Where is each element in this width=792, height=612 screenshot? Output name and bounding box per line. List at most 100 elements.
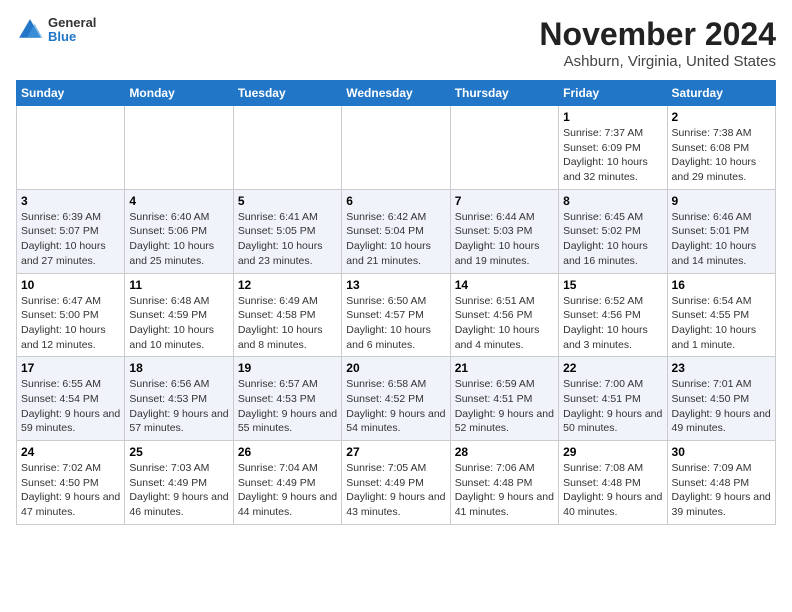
logo: General Blue	[16, 16, 96, 45]
calendar-day-cell: 13 Sunrise: 6:50 AM Sunset: 4:57 PM Dayli…	[342, 273, 450, 357]
calendar-day-cell: 2 Sunrise: 7:38 AM Sunset: 6:08 PM Daylig…	[667, 106, 775, 190]
calendar-col-header: Wednesday	[342, 81, 450, 106]
calendar-col-header: Thursday	[450, 81, 558, 106]
day-number: 10	[21, 278, 120, 292]
calendar-day-cell: 8 Sunrise: 6:45 AM Sunset: 5:02 PM Daylig…	[559, 189, 667, 273]
day-number: 14	[455, 278, 554, 292]
calendar-day-cell: 29 Sunrise: 7:08 AM Sunset: 4:48 PM Dayli…	[559, 441, 667, 525]
calendar-day-cell: 15 Sunrise: 6:52 AM Sunset: 4:56 PM Dayli…	[559, 273, 667, 357]
day-number: 28	[455, 445, 554, 459]
calendar-week-row: 1 Sunrise: 7:37 AM Sunset: 6:09 PM Daylig…	[17, 106, 776, 190]
day-info: Sunrise: 6:59 AM Sunset: 4:51 PM Dayligh…	[455, 377, 554, 436]
day-info: Sunrise: 6:58 AM Sunset: 4:52 PM Dayligh…	[346, 377, 445, 436]
page-title: November 2024	[539, 16, 776, 53]
day-info: Sunrise: 7:38 AM Sunset: 6:08 PM Dayligh…	[672, 126, 771, 185]
calendar-day-cell	[233, 106, 341, 190]
day-number: 30	[672, 445, 771, 459]
calendar-day-cell: 23Sunrise: 7:01 AM Sunset: 4:50 PM Dayli…	[667, 357, 775, 441]
logo-icon	[16, 16, 44, 44]
calendar-day-cell	[342, 106, 450, 190]
calendar-week-row: 17 Sunrise: 6:55 AM Sunset: 4:54 PM Dayli…	[17, 357, 776, 441]
calendar-col-header: Saturday	[667, 81, 775, 106]
calendar-day-cell: 10 Sunrise: 6:47 AM Sunset: 5:00 PM Dayli…	[17, 273, 125, 357]
calendar-day-cell: 4Sunrise: 6:40 AM Sunset: 5:06 PM Daylig…	[125, 189, 233, 273]
day-info: Sunrise: 6:45 AM Sunset: 5:02 PM Dayligh…	[563, 210, 662, 269]
day-number: 13	[346, 278, 445, 292]
day-info: Sunrise: 6:51 AM Sunset: 4:56 PM Dayligh…	[455, 294, 554, 353]
calendar-day-cell: 20 Sunrise: 6:58 AM Sunset: 4:52 PM Dayli…	[342, 357, 450, 441]
calendar-col-header: Sunday	[17, 81, 125, 106]
calendar-week-row: 24 Sunrise: 7:02 AM Sunset: 4:50 PM Dayli…	[17, 441, 776, 525]
day-info: Sunrise: 7:04 AM Sunset: 4:49 PM Dayligh…	[238, 461, 337, 520]
title-block: November 2024 Ashburn, Virginia, United …	[539, 16, 776, 70]
calendar-day-cell: 12 Sunrise: 6:49 AM Sunset: 4:58 PM Dayli…	[233, 273, 341, 357]
day-info: Sunrise: 6:49 AM Sunset: 4:58 PM Dayligh…	[238, 294, 337, 353]
day-info: Sunrise: 7:02 AM Sunset: 4:50 PM Dayligh…	[21, 461, 120, 520]
day-number: 5	[238, 194, 337, 208]
logo-general: General	[48, 16, 96, 30]
day-number: 11	[129, 278, 228, 292]
calendar-day-cell: 14 Sunrise: 6:51 AM Sunset: 4:56 PM Dayli…	[450, 273, 558, 357]
day-number: 29	[563, 445, 662, 459]
day-info: Sunrise: 7:08 AM Sunset: 4:48 PM Dayligh…	[563, 461, 662, 520]
day-info: Sunrise: 7:03 AM Sunset: 4:49 PM Dayligh…	[129, 461, 228, 520]
calendar-day-cell	[17, 106, 125, 190]
day-info: Sunrise: 6:50 AM Sunset: 4:57 PM Dayligh…	[346, 294, 445, 353]
day-info: Sunrise: 7:37 AM Sunset: 6:09 PM Dayligh…	[563, 126, 662, 185]
day-number: 4	[129, 194, 228, 208]
calendar-header-row: SundayMondayTuesdayWednesdayThursdayFrid…	[17, 81, 776, 106]
day-number: 25	[129, 445, 228, 459]
day-number: 9	[672, 194, 771, 208]
day-number: 24	[21, 445, 120, 459]
day-info: Sunrise: 6:44 AM Sunset: 5:03 PM Dayligh…	[455, 210, 554, 269]
calendar-day-cell: 19Sunrise: 6:57 AM Sunset: 4:53 PM Dayli…	[233, 357, 341, 441]
day-info: Sunrise: 6:41 AM Sunset: 5:05 PM Dayligh…	[238, 210, 337, 269]
calendar-week-row: 3Sunrise: 6:39 AM Sunset: 5:07 PM Daylig…	[17, 189, 776, 273]
calendar-day-cell: 22 Sunrise: 7:00 AM Sunset: 4:51 PM Dayli…	[559, 357, 667, 441]
day-number: 16	[672, 278, 771, 292]
day-number: 19	[238, 361, 337, 375]
day-info: Sunrise: 6:54 AM Sunset: 4:55 PM Dayligh…	[672, 294, 771, 353]
day-number: 12	[238, 278, 337, 292]
calendar-day-cell: 26Sunrise: 7:04 AM Sunset: 4:49 PM Dayli…	[233, 441, 341, 525]
day-info: Sunrise: 6:52 AM Sunset: 4:56 PM Dayligh…	[563, 294, 662, 353]
day-number: 27	[346, 445, 445, 459]
calendar-col-header: Monday	[125, 81, 233, 106]
day-info: Sunrise: 6:46 AM Sunset: 5:01 PM Dayligh…	[672, 210, 771, 269]
calendar-day-cell: 30 Sunrise: 7:09 AM Sunset: 4:48 PM Dayli…	[667, 441, 775, 525]
calendar-day-cell: 3Sunrise: 6:39 AM Sunset: 5:07 PM Daylig…	[17, 189, 125, 273]
day-number: 17	[21, 361, 120, 375]
calendar-day-cell: 25 Sunrise: 7:03 AM Sunset: 4:49 PM Dayli…	[125, 441, 233, 525]
calendar-day-cell: 11Sunrise: 6:48 AM Sunset: 4:59 PM Dayli…	[125, 273, 233, 357]
calendar-table: SundayMondayTuesdayWednesdayThursdayFrid…	[16, 80, 776, 525]
page-subtitle: Ashburn, Virginia, United States	[539, 53, 776, 70]
day-info: Sunrise: 7:06 AM Sunset: 4:48 PM Dayligh…	[455, 461, 554, 520]
day-number: 7	[455, 194, 554, 208]
calendar-day-cell: 27 Sunrise: 7:05 AM Sunset: 4:49 PM Dayli…	[342, 441, 450, 525]
calendar-day-cell	[450, 106, 558, 190]
calendar-day-cell: 17 Sunrise: 6:55 AM Sunset: 4:54 PM Dayli…	[17, 357, 125, 441]
day-number: 20	[346, 361, 445, 375]
day-number: 8	[563, 194, 662, 208]
day-number: 6	[346, 194, 445, 208]
logo-text: General Blue	[48, 16, 96, 45]
day-info: Sunrise: 6:56 AM Sunset: 4:53 PM Dayligh…	[129, 377, 228, 436]
day-info: Sunrise: 7:09 AM Sunset: 4:48 PM Dayligh…	[672, 461, 771, 520]
day-info: Sunrise: 7:05 AM Sunset: 4:49 PM Dayligh…	[346, 461, 445, 520]
page-header: General Blue November 2024 Ashburn, Virg…	[16, 16, 776, 70]
logo-blue: Blue	[48, 30, 96, 44]
day-info: Sunrise: 6:47 AM Sunset: 5:00 PM Dayligh…	[21, 294, 120, 353]
calendar-day-cell: 16 Sunrise: 6:54 AM Sunset: 4:55 PM Dayli…	[667, 273, 775, 357]
day-number: 18	[129, 361, 228, 375]
day-number: 1	[563, 110, 662, 124]
day-number: 2	[672, 110, 771, 124]
calendar-col-header: Tuesday	[233, 81, 341, 106]
day-info: Sunrise: 7:00 AM Sunset: 4:51 PM Dayligh…	[563, 377, 662, 436]
calendar-day-cell	[125, 106, 233, 190]
calendar-col-header: Friday	[559, 81, 667, 106]
day-number: 15	[563, 278, 662, 292]
day-number: 22	[563, 361, 662, 375]
calendar-day-cell: 18 Sunrise: 6:56 AM Sunset: 4:53 PM Dayli…	[125, 357, 233, 441]
calendar-day-cell: 6Sunrise: 6:42 AM Sunset: 5:04 PM Daylig…	[342, 189, 450, 273]
day-info: Sunrise: 6:55 AM Sunset: 4:54 PM Dayligh…	[21, 377, 120, 436]
